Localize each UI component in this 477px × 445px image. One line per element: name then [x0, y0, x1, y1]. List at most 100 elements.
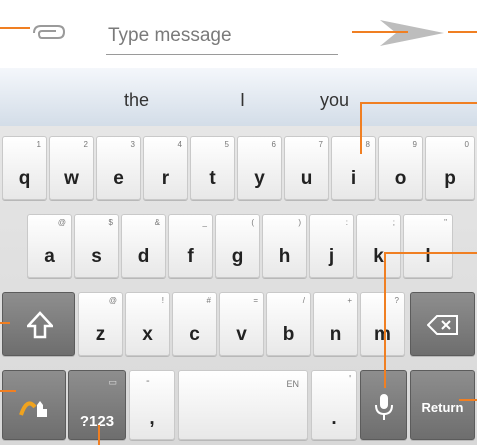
key-label: c	[189, 324, 200, 345]
key-d[interactable]: & d	[121, 214, 166, 278]
suggestion-strip: the I you	[0, 68, 477, 126]
key-g[interactable]: ( g	[215, 214, 260, 278]
key-f[interactable]: _ f	[168, 214, 213, 278]
key-y[interactable]: 6 y	[237, 136, 282, 200]
callout-line	[459, 399, 477, 401]
symbols-label: ?123	[79, 413, 115, 430]
key-u[interactable]: 7 u	[284, 136, 329, 200]
key-hint: 0	[464, 140, 469, 149]
key-label: i	[350, 168, 357, 189]
message-input[interactable]: Type message	[106, 18, 338, 55]
period-key[interactable]: ' .	[311, 370, 357, 440]
key-hint: )	[298, 218, 301, 227]
key-hint: =	[253, 296, 258, 305]
space-key[interactable]: EN	[178, 370, 308, 440]
backspace-icon	[426, 315, 459, 340]
suggestion-i[interactable]: I	[240, 90, 245, 111]
gesture-key[interactable]	[2, 370, 66, 440]
key-label: .	[331, 408, 337, 429]
key-q[interactable]: 1 q	[2, 136, 47, 200]
key-z[interactable]: @ z	[78, 292, 123, 356]
key-p[interactable]: 0 p	[425, 136, 475, 200]
key-hint: 3	[130, 140, 135, 149]
key-hint: !	[161, 296, 164, 305]
key-label: r	[161, 168, 170, 189]
key-j[interactable]: : j	[309, 214, 354, 278]
key-label: v	[236, 324, 247, 345]
key-label: x	[142, 324, 153, 345]
key-label: m	[374, 324, 391, 345]
backspace-key[interactable]	[410, 292, 475, 356]
microphone-icon	[374, 393, 394, 426]
return-label: Return	[421, 400, 464, 415]
key-i[interactable]: 8 i	[331, 136, 376, 200]
key-label: d	[137, 246, 150, 267]
key-hint: $	[108, 218, 113, 227]
callout-line	[0, 322, 10, 324]
shift-key[interactable]	[2, 292, 75, 356]
shift-arrow-icon	[25, 311, 55, 344]
key-label: w	[64, 168, 79, 189]
key-v[interactable]: = v	[219, 292, 264, 356]
suggestion-the[interactable]: the	[124, 90, 149, 111]
key-label: l	[425, 246, 431, 267]
key-h[interactable]: ) h	[262, 214, 307, 278]
key-label: a	[44, 246, 55, 267]
key-s[interactable]: $ s	[74, 214, 119, 278]
key-hint: 1	[36, 140, 41, 149]
key-hint: ?	[394, 296, 399, 305]
message-placeholder: Type message	[108, 25, 232, 46]
callout-line	[98, 425, 100, 445]
key-hint: ▭	[108, 377, 117, 387]
key-t[interactable]: 5 t	[190, 136, 235, 200]
key-hint: 7	[318, 140, 323, 149]
key-hint: _	[202, 218, 207, 227]
key-label: p	[444, 168, 456, 189]
comma-key[interactable]: - ,	[129, 370, 175, 440]
key-n[interactable]: + n	[313, 292, 358, 356]
key-hint: 2	[83, 140, 88, 149]
key-hint: '	[349, 374, 351, 385]
key-hint: 5	[224, 140, 229, 149]
key-label: z	[95, 324, 106, 345]
callout-line	[385, 252, 477, 254]
keyboard: 1 q 2 w 3 e 4 r 5 t 6 y 7 u 8 i 9 o 0 p …	[0, 126, 477, 445]
key-w[interactable]: 2 w	[49, 136, 94, 200]
key-label: j	[328, 246, 335, 267]
key-label: q	[18, 168, 31, 189]
return-key[interactable]: Return	[410, 370, 475, 440]
key-r[interactable]: 4 r	[143, 136, 188, 200]
suggestion-you[interactable]: you	[320, 90, 349, 111]
key-hint: @	[57, 218, 66, 227]
send-arrow-icon[interactable]	[380, 20, 444, 46]
key-label: ,	[149, 408, 155, 429]
callout-line	[352, 31, 408, 33]
key-label: e	[113, 168, 124, 189]
key-e[interactable]: 3 e	[96, 136, 141, 200]
key-k[interactable]: ; k	[356, 214, 401, 278]
key-hint: 6	[271, 140, 276, 149]
key-hint: /	[302, 296, 305, 305]
key-hint: ;	[392, 218, 395, 227]
callout-line	[360, 102, 362, 154]
key-x[interactable]: ! x	[125, 292, 170, 356]
key-o[interactable]: 9 o	[378, 136, 423, 200]
key-hint: 4	[177, 140, 182, 149]
key-label: b	[282, 324, 295, 345]
symbols-key[interactable]: ▭ ?123	[68, 370, 126, 440]
key-b[interactable]: / b	[266, 292, 311, 356]
key-m[interactable]: ? m	[360, 292, 405, 356]
key-label: n	[329, 324, 342, 345]
key-hint: #	[206, 296, 211, 305]
callout-line	[448, 31, 477, 33]
key-hint: +	[347, 296, 352, 305]
key-c[interactable]: # c	[172, 292, 217, 356]
paperclip-icon[interactable]	[28, 20, 68, 46]
callout-line	[384, 252, 386, 388]
key-label: u	[300, 168, 313, 189]
key-hint: "	[444, 218, 447, 227]
key-label: g	[231, 246, 244, 267]
callout-line	[0, 390, 16, 392]
key-a[interactable]: @ a	[27, 214, 72, 278]
key-l[interactable]: " l	[403, 214, 453, 278]
